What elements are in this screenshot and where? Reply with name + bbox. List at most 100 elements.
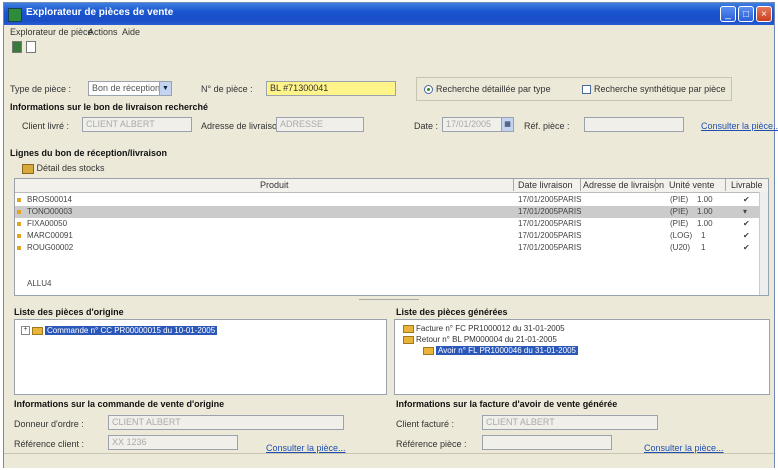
menu-explorateur[interactable]: Explorateur de pièce [10, 27, 93, 37]
row-marker [17, 198, 21, 202]
close-button[interactable]: × [756, 6, 772, 22]
billed-client-field: CLIENT ALBERT [482, 415, 658, 430]
maximize-button[interactable]: □ [738, 6, 754, 22]
cell-check[interactable]: ✔ [743, 231, 750, 240]
cell-unit: (PIE) [670, 207, 689, 216]
tree-node[interactable]: Facture n° FC PR1000012 du 31-01-2005 [403, 324, 565, 333]
date-value: 17/01/2005 [446, 119, 492, 129]
save-icon[interactable] [12, 41, 22, 53]
address-field: ADRESSE [276, 117, 364, 132]
cell-address: PARIS [558, 219, 582, 228]
table-row[interactable]: FIXA00050 17/01/2005 PARIS (PIE) 1.00 ✔ [15, 218, 768, 230]
piece-ref-label: Référence pièce : [396, 439, 467, 449]
col-deliverable[interactable]: Livrable [731, 180, 763, 190]
ref-field [584, 117, 684, 132]
menu-actions[interactable]: Actions [88, 27, 118, 37]
consult-origin-link[interactable]: Consulter la pièce... [266, 443, 346, 453]
cell-check[interactable]: ✔ [743, 243, 750, 252]
row-marker [17, 234, 21, 238]
num-label: N° de pièce : [201, 84, 253, 94]
type-label: Type de pièce : [10, 84, 72, 94]
lines-heading: Lignes du bon de réception/livraison [10, 148, 168, 158]
row-marker [17, 246, 21, 250]
cell-qty: 1 [701, 243, 706, 252]
table-row[interactable]: ROUG00002 17/01/2005 PARIS (U20) 1 ✔ [15, 242, 768, 254]
generated-info-heading: Informations sur la facture d'avoir de v… [396, 399, 618, 409]
col-date[interactable]: Date livraison [518, 180, 573, 190]
cell-address: PARIS [558, 207, 582, 216]
tree-node-label: Commande n° CC PR00000015 du 10-01-2005 [45, 326, 218, 335]
col-separator [655, 179, 656, 191]
new-document-icon[interactable] [26, 41, 36, 53]
folder-icon [403, 324, 414, 333]
type-select-value: Bon de réception/li [92, 83, 167, 93]
date-label: Date : [414, 121, 439, 131]
client-field: CLIENT ALBERT [82, 117, 192, 132]
cell-address: PARIS [558, 195, 582, 204]
lines-table: Produit Date livraison Adresse de livrai… [14, 178, 769, 296]
panel-splitter[interactable] [359, 299, 419, 306]
cell-address: PARIS [558, 243, 582, 252]
cell-product: MARC00091 [27, 231, 73, 240]
col-product[interactable]: Produit [260, 180, 289, 190]
tree-node[interactable]: Avoir n° FL PR1000046 du 31-01-2005 [423, 346, 578, 355]
col-unit[interactable]: Unité vente [669, 180, 715, 190]
date-field: 17/01/2005 ▦ [442, 117, 514, 132]
tree-node[interactable]: Retour n° BL PM000004 du 21-01-2005 [403, 335, 557, 344]
stock-icon [22, 163, 34, 174]
expand-icon[interactable]: + [21, 326, 30, 336]
app-icon [8, 8, 22, 22]
cell-date: 17/01/2005 [518, 243, 559, 252]
row-marker [17, 210, 21, 214]
cell-qty: 1.00 [697, 195, 713, 204]
table-scrollbar[interactable] [759, 192, 768, 295]
menu-aide[interactable]: Aide [122, 27, 140, 37]
cell-check[interactable]: ▾ [743, 207, 747, 216]
cell-check[interactable]: ✔ [743, 219, 750, 228]
cell-unit: (U20) [670, 243, 691, 252]
cell-unit: (PIE) [670, 219, 689, 228]
cell-product: BROS00014 [27, 195, 72, 204]
detailed-search-radio[interactable] [424, 85, 433, 94]
address-label: Adresse de livraison : [201, 121, 288, 131]
ref-label: Réf. pièce : [524, 121, 570, 131]
table-row[interactable]: TONO00003 17/01/2005 PARIS (PIE) 1.00 ▾ [15, 206, 768, 218]
cell-qty: 1.00 [697, 219, 713, 228]
window-title: Explorateur de pièces de vente [26, 7, 174, 18]
stock-detail-button[interactable]: Détail des stocks [22, 163, 105, 174]
tree-node-label: Facture n° FC PR1000012 du 31-01-2005 [416, 324, 565, 333]
cell-date: 17/01/2005 [518, 231, 559, 240]
tree-node[interactable]: + Commande n° CC PR00000015 du 10-01-2005 [21, 326, 218, 336]
piece-number-input[interactable]: BL #71300041 [266, 81, 396, 96]
delivery-info-heading: Informations sur le bon de livraison rec… [10, 102, 209, 112]
cell-qty: 1 [701, 231, 706, 240]
status-bar [4, 453, 774, 468]
generated-heading: Liste des pièces générées [396, 307, 508, 317]
synthetic-search-checkbox[interactable] [582, 85, 591, 94]
tree-node-label: Avoir n° FL PR1000046 du 31-01-2005 [436, 346, 578, 355]
consult-generated-link[interactable]: Consulter la pièce... [644, 443, 724, 453]
cell-product: FIXA00050 [27, 219, 68, 228]
menu-bar: Explorateur de pièce Actions Aide [4, 25, 774, 39]
stock-detail-label: Détail des stocks [36, 163, 105, 173]
type-select[interactable]: Bon de réception/li ▼ [88, 81, 172, 96]
minimize-button[interactable]: _ [720, 6, 736, 22]
cell-qty: 1.00 [697, 207, 713, 216]
col-separator [580, 179, 581, 191]
cell-date: 17/01/2005 [518, 195, 559, 204]
col-address[interactable]: Adresse de livraison [583, 180, 664, 190]
cell-date: 17/01/2005 [518, 207, 559, 216]
table-footer: ALLU4 [27, 279, 52, 288]
cell-check[interactable]: ✔ [743, 195, 750, 204]
cell-product: TONO00003 [27, 207, 73, 216]
synthetic-search-label: Recherche synthétique par pièce [594, 84, 726, 94]
chevron-down-icon[interactable]: ▼ [159, 82, 171, 95]
consult-delivery-link[interactable]: Consulter la pièce... [701, 121, 778, 131]
table-header: Produit Date livraison Adresse de livrai… [15, 179, 768, 193]
cell-address: PARIS [558, 231, 582, 240]
tree-node-label: Retour n° BL PM000004 du 21-01-2005 [416, 335, 557, 344]
table-row[interactable]: MARC00091 17/01/2005 PARIS (LOG) 1 ✔ [15, 230, 768, 242]
calendar-icon[interactable]: ▦ [501, 118, 513, 131]
table-row[interactable]: BROS00014 17/01/2005 PARIS (PIE) 1.00 ✔ [15, 194, 768, 206]
billed-client-label: Client facturé : [396, 419, 455, 429]
